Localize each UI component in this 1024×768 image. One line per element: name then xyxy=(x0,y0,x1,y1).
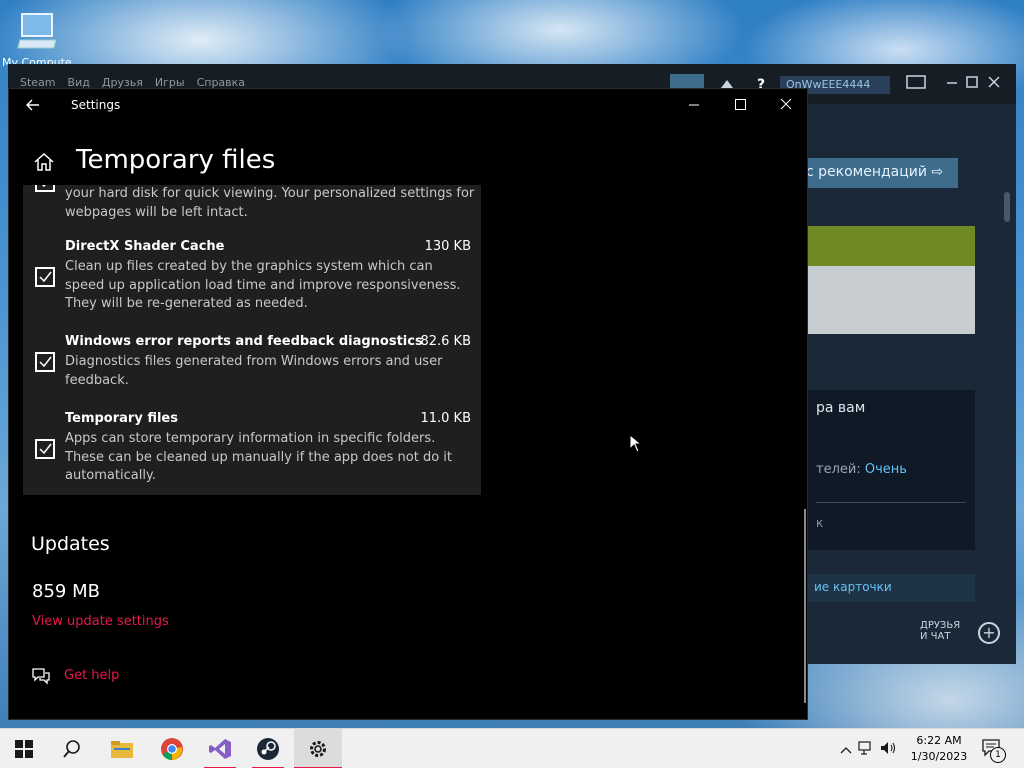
file-explorer-icon xyxy=(111,741,133,758)
updates-size: 859 MB xyxy=(32,581,100,602)
item-size: 82.6 KB xyxy=(420,334,471,349)
clock[interactable]: 6:22 AM 1/30/2023 xyxy=(908,733,970,765)
back-button[interactable] xyxy=(23,95,43,115)
steam-banner-green xyxy=(808,226,975,266)
list-item[interactable]: your hard disk for quick viewing. Your p… xyxy=(23,185,481,221)
steam-banner-grey xyxy=(808,266,975,334)
minimize-button[interactable] xyxy=(671,89,717,121)
chrome-button[interactable] xyxy=(148,729,196,768)
page-title: Temporary files xyxy=(76,145,276,175)
temp-files-list[interactable]: your hard disk for quick viewing. Your p… xyxy=(23,185,481,495)
system-tray xyxy=(836,729,900,768)
close-button[interactable] xyxy=(763,89,809,121)
checkmark-icon xyxy=(39,271,52,283)
steam-button[interactable] xyxy=(244,729,292,768)
item-name: Windows error reports and feedback diagn… xyxy=(65,334,423,349)
item-description: Apps can store temporary information in … xyxy=(65,431,453,483)
checkmark-icon xyxy=(41,185,46,188)
settings-button[interactable] xyxy=(294,729,342,768)
checkbox[interactable] xyxy=(35,439,55,459)
steam-cards-link[interactable]: ие карточки xyxy=(808,574,975,602)
get-help-link[interactable]: Get help xyxy=(64,668,119,683)
steam-minimize-icon[interactable] xyxy=(946,74,958,93)
window-title: Settings xyxy=(71,98,121,112)
windows-logo-icon xyxy=(15,740,33,758)
steam-card-k: к xyxy=(816,516,824,530)
checkmark-icon xyxy=(39,356,52,368)
steam-bigpicture-icon[interactable] xyxy=(906,74,926,93)
checkbox[interactable] xyxy=(35,267,55,287)
list-item[interactable]: Temporary files 11.0 KB Apps can store t… xyxy=(23,411,481,487)
checkbox[interactable] xyxy=(35,185,55,192)
maximize-button[interactable] xyxy=(717,89,763,121)
file-explorer-button[interactable] xyxy=(98,729,146,768)
steam-recommend-button[interactable]: с рекомендаций ⇨ xyxy=(798,158,958,188)
chrome-icon xyxy=(161,738,183,760)
network-icon[interactable] xyxy=(856,740,878,759)
steam-card-text: телей: Очень xyxy=(816,462,907,477)
home-icon[interactable] xyxy=(33,151,55,173)
view-update-settings-link[interactable]: View update settings xyxy=(32,614,169,629)
visual-studio-icon xyxy=(209,739,231,759)
search-icon xyxy=(63,740,80,758)
steam-scrollbar[interactable] xyxy=(1004,192,1010,222)
maximize-icon xyxy=(735,99,746,110)
my-computer-icon[interactable] xyxy=(16,10,62,56)
checkmark-icon xyxy=(39,443,52,455)
item-name: Temporary files xyxy=(65,411,178,426)
checkbox[interactable] xyxy=(35,352,55,372)
visual-studio-button[interactable] xyxy=(196,729,244,768)
item-name: DirectX Shader Cache xyxy=(65,239,225,254)
item-description: your hard disk for quick viewing. Your p… xyxy=(65,186,475,220)
notification-count-badge: 1 xyxy=(990,747,1006,763)
taskbar: 6:22 AM 1/30/2023 1 xyxy=(0,728,1024,768)
close-icon xyxy=(780,98,792,110)
settings-window: Settings Temporary files your hard disk … xyxy=(8,88,808,720)
steam-card-title: ра вам xyxy=(816,400,866,416)
steam-close-icon[interactable] xyxy=(988,74,1000,93)
steam-recommend-label: с рекомендаций xyxy=(806,164,927,180)
steam-maximize-icon[interactable] xyxy=(966,74,978,93)
search-button[interactable] xyxy=(48,729,96,768)
item-size: 11.0 KB xyxy=(420,411,471,426)
back-arrow-icon xyxy=(26,99,39,111)
steam-card-link[interactable]: Очень xyxy=(865,462,907,477)
steam-friends-label[interactable]: ДРУЗЬЯ И ЧАТ xyxy=(920,620,960,642)
settings-scrollbar[interactable] xyxy=(804,509,806,703)
item-description: Diagnostics files generated from Windows… xyxy=(65,354,443,388)
settings-icon xyxy=(310,741,326,757)
clock-time: 6:22 AM xyxy=(916,734,962,747)
steam-card-divider xyxy=(816,502,966,503)
steam-add-friend-icon[interactable]: + xyxy=(978,622,1000,644)
steam-icon xyxy=(257,738,279,760)
get-help-icon[interactable] xyxy=(31,667,51,685)
updates-heading: Updates xyxy=(31,533,110,555)
titlebar: Settings xyxy=(9,89,809,121)
start-button[interactable] xyxy=(0,729,48,768)
item-description: Clean up files created by the graphics s… xyxy=(65,259,461,311)
clock-date: 1/30/2023 xyxy=(910,750,968,763)
list-item[interactable]: Windows error reports and feedback diagn… xyxy=(23,334,481,390)
minimize-icon xyxy=(689,104,699,106)
mouse-cursor-icon xyxy=(629,433,643,458)
list-item[interactable]: DirectX Shader Cache 130 KB Clean up fil… xyxy=(23,239,481,321)
chevron-up-icon[interactable] xyxy=(836,740,856,759)
volume-icon[interactable] xyxy=(878,740,900,759)
item-size: 130 KB xyxy=(424,239,471,254)
